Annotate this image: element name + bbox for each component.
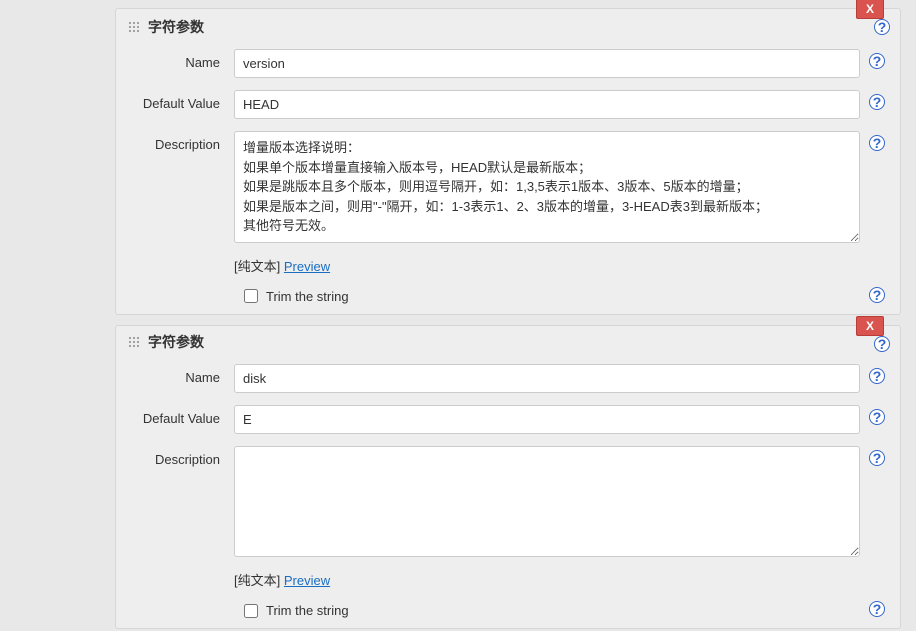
trim-checkbox[interactable] bbox=[244, 604, 258, 618]
plain-text-label: [纯文本] bbox=[234, 573, 280, 588]
description-format-row: [纯文本] Preview bbox=[116, 566, 900, 597]
help-icon[interactable]: ? bbox=[874, 336, 890, 352]
help-icon[interactable]: ? bbox=[869, 368, 885, 384]
name-label: Name bbox=[134, 49, 234, 70]
drag-handle-icon[interactable] bbox=[128, 336, 140, 348]
name-input[interactable] bbox=[234, 364, 860, 393]
default-value-label: Default Value bbox=[134, 90, 234, 111]
section-title: 字符参数 bbox=[148, 332, 204, 352]
help-icon[interactable]: ? bbox=[869, 53, 885, 69]
default-value-input[interactable] bbox=[234, 405, 860, 434]
left-sidebar-area bbox=[0, 0, 115, 631]
help-icon[interactable]: ? bbox=[869, 135, 885, 151]
drag-handle-icon[interactable] bbox=[128, 21, 140, 33]
preview-link[interactable]: Preview bbox=[284, 259, 330, 274]
default-value-label: Default Value bbox=[134, 405, 234, 426]
name-label: Name bbox=[134, 364, 234, 385]
default-value-input[interactable] bbox=[234, 90, 860, 119]
description-textarea[interactable] bbox=[234, 446, 860, 558]
name-input[interactable] bbox=[234, 49, 860, 78]
plain-text-label: [纯文本] bbox=[234, 259, 280, 274]
help-icon[interactable]: ? bbox=[869, 450, 885, 466]
preview-link[interactable]: Preview bbox=[284, 573, 330, 588]
help-icon[interactable]: ? bbox=[874, 19, 890, 35]
string-parameter-block: X 字符参数 ? Name ? bbox=[115, 8, 901, 315]
help-icon[interactable]: ? bbox=[869, 287, 885, 303]
string-parameter-block: X 字符参数 ? Name ? bbox=[115, 325, 901, 630]
description-textarea[interactable] bbox=[234, 131, 860, 243]
description-label: Description bbox=[134, 446, 234, 467]
help-icon[interactable]: ? bbox=[869, 94, 885, 110]
trim-checkbox[interactable] bbox=[244, 289, 258, 303]
section-title: 字符参数 bbox=[148, 17, 204, 37]
description-format-row: [纯文本] Preview bbox=[116, 252, 900, 283]
trim-label: Trim the string bbox=[266, 289, 349, 304]
help-icon[interactable]: ? bbox=[869, 409, 885, 425]
description-label: Description bbox=[134, 131, 234, 152]
help-icon[interactable]: ? bbox=[869, 601, 885, 617]
trim-label: Trim the string bbox=[266, 603, 349, 618]
